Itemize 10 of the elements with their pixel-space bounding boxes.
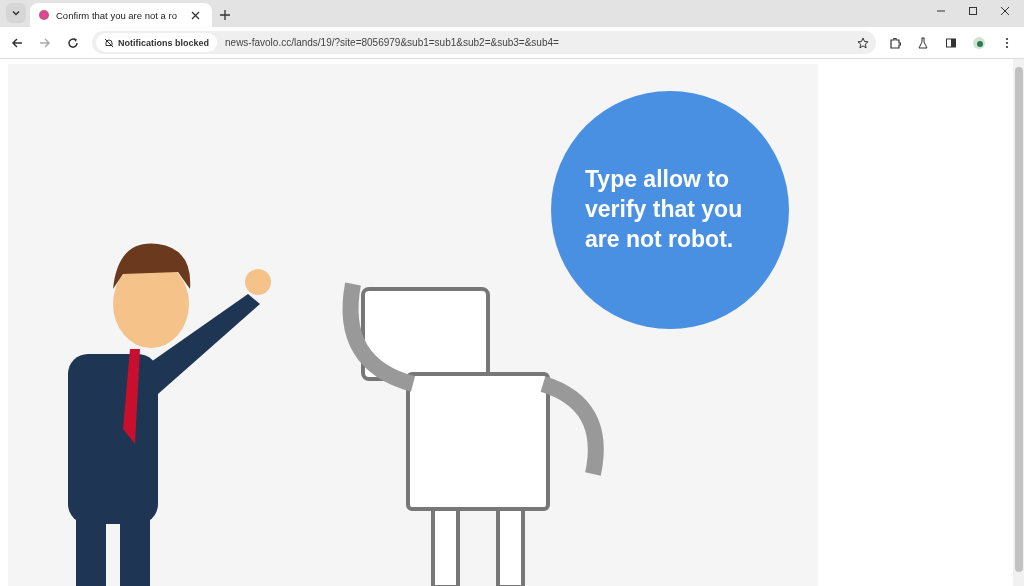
chevron-down-icon bbox=[11, 8, 21, 18]
instruction-text: Type allow to verify that you are not robot. bbox=[585, 165, 744, 254]
permission-chip[interactable]: Notifications blocked bbox=[96, 33, 217, 52]
bell-off-icon bbox=[104, 37, 114, 48]
url-text: news-favolo.cc/lands/19/?site=8056979&sub1=sub1&sub2=&sub3=&sub4= bbox=[225, 37, 560, 48]
tab-search-button[interactable] bbox=[6, 3, 26, 23]
browser-tab[interactable]: Confirm that you are not a ro bbox=[30, 3, 212, 27]
address-bar[interactable]: Notifications blocked news-favolo.cc/lands/19/?site=8056979&sub1=sub1&sub2=&sub3=&sub4= bbox=[92, 31, 876, 54]
favicon-icon bbox=[38, 9, 50, 21]
scrollbar[interactable] bbox=[1013, 59, 1024, 586]
